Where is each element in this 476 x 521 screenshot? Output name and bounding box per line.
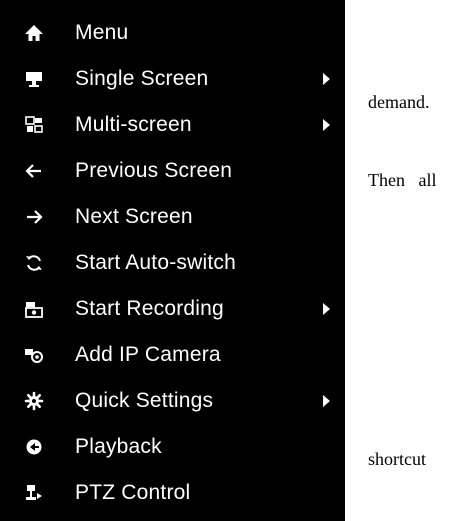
menu-item-ptz-control[interactable]: PTZ Control	[0, 470, 345, 516]
menu-item-single-screen[interactable]: Single Screen	[0, 56, 345, 102]
menu-item-label: Multi-screen	[75, 113, 192, 136]
ptz-icon	[23, 482, 45, 504]
document-text-fragment: demand.	[368, 92, 430, 112]
menu-item-label: Playback	[75, 435, 162, 458]
menu-item-add-ip-camera[interactable]: Add IP Camera	[0, 332, 345, 378]
menu-item-label: Next Screen	[75, 205, 193, 228]
home-icon	[23, 22, 45, 44]
menu-item-quick-settings[interactable]: Quick Settings	[0, 378, 345, 424]
multi-screen-icon	[23, 114, 45, 136]
menu-item-previous-screen[interactable]: Previous Screen	[0, 148, 345, 194]
menu-item-label: Quick Settings	[75, 389, 214, 412]
menu-item-label: Start Auto-switch	[75, 251, 236, 274]
document-text-fragment: Then all	[368, 170, 437, 190]
submenu-arrow-icon	[323, 303, 330, 315]
menu-item-label: Start Recording	[75, 297, 224, 320]
menu-item-start-recording[interactable]: Start Recording	[0, 286, 345, 332]
menu-item-multi-screen[interactable]: Multi-screen	[0, 102, 345, 148]
recording-icon	[23, 298, 45, 320]
camera-icon	[23, 344, 45, 366]
playback-icon	[23, 436, 45, 458]
menu-item-next-screen[interactable]: Next Screen	[0, 194, 345, 240]
page: Menu Single Screen Multi-screen Previous…	[0, 0, 476, 521]
submenu-arrow-icon	[323, 119, 330, 131]
menu-item-label: PTZ Control	[75, 481, 191, 504]
submenu-arrow-icon	[323, 73, 330, 85]
document-text-fragment: shortcut	[368, 449, 426, 469]
menu-item-label: Previous Screen	[75, 159, 233, 182]
arrow-right-icon	[23, 206, 45, 228]
menu-item-menu[interactable]: Menu	[0, 10, 345, 56]
monitor-icon	[23, 68, 45, 90]
refresh-icon	[23, 252, 45, 274]
gear-icon	[23, 390, 45, 412]
menu-item-label: Menu	[75, 21, 129, 44]
submenu-arrow-icon	[323, 395, 330, 407]
shortcut-menu: Menu Single Screen Multi-screen Previous…	[0, 0, 345, 521]
menu-item-label: Single Screen	[75, 67, 209, 90]
menu-item-playback[interactable]: Playback	[0, 424, 345, 470]
arrow-left-icon	[23, 160, 45, 182]
menu-item-label: Add IP Camera	[75, 343, 221, 366]
menu-item-start-auto-switch[interactable]: Start Auto-switch	[0, 240, 345, 286]
